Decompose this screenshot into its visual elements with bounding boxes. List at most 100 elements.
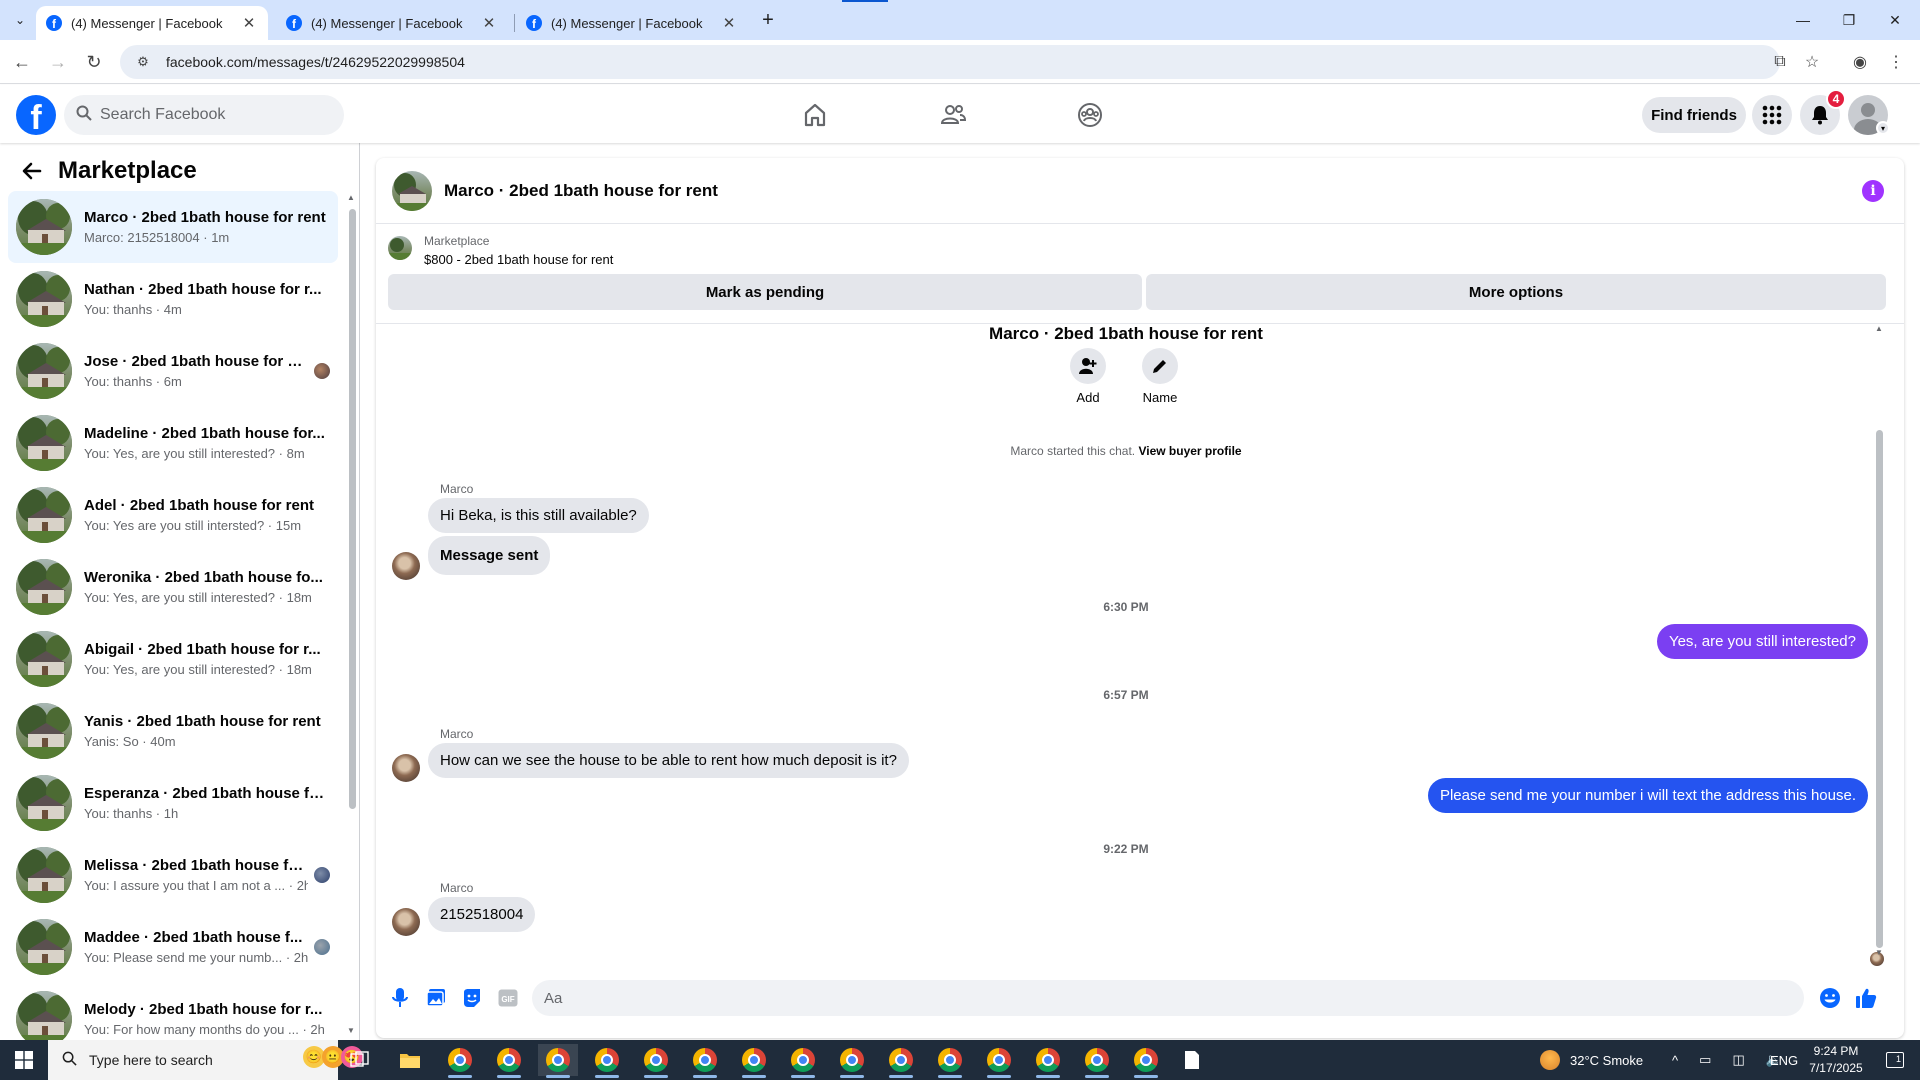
chevron-down-icon[interactable]: ▾ <box>1876 121 1890 135</box>
close-tab-icon[interactable]: ✕ <box>240 14 258 32</box>
show-hidden-icons-chevron-icon[interactable]: ^ <box>1672 1053 1678 1068</box>
browser-tab-2[interactable]: f (4) Messenger | Facebook ✕ <box>276 6 508 40</box>
close-window-button[interactable]: ✕ <box>1872 6 1918 34</box>
chrome-taskbar-icon[interactable] <box>587 1044 627 1078</box>
notification-center-icon[interactable]: 1 <box>1880 1040 1910 1080</box>
restore-button[interactable]: ❐ <box>1826 6 1872 34</box>
tab-search-dropdown-icon[interactable]: ⌄ <box>8 8 32 32</box>
chat-title[interactable]: Marco · 2bed 1bath house for rent <box>444 181 718 201</box>
conversation-item[interactable]: Weronika · 2bed 1bath house fo... You: Ye… <box>8 551 338 623</box>
conversation-item[interactable]: Melissa · 2bed 1bath house fo... You: I a… <box>8 839 338 911</box>
facebook-search-bar[interactable] <box>64 95 344 135</box>
network-icon[interactable]: ◫ <box>1732 1052 1744 1068</box>
windows-start-icon[interactable] <box>0 1040 48 1080</box>
chat-scrollbar[interactable] <box>1876 430 1883 948</box>
taskbar-search-box[interactable]: Type here to search 😊 😐 😍 <box>48 1040 363 1080</box>
conversation-item[interactable]: Yanis · 2bed 1bath house for rent Yanis: … <box>8 695 338 767</box>
chrome-taskbar-icon[interactable] <box>930 1044 970 1078</box>
incoming-message[interactable]: Message sent <box>428 536 551 575</box>
chrome-taskbar-icon[interactable] <box>734 1044 774 1078</box>
search-input[interactable] <box>100 106 310 124</box>
menu-grid-icon[interactable] <box>1752 95 1792 135</box>
chrome-taskbar-icon[interactable] <box>1028 1044 1068 1078</box>
chrome-taskbar-icon[interactable] <box>1077 1044 1117 1078</box>
sender-avatar[interactable] <box>392 908 420 936</box>
friends-nav-icon[interactable] <box>898 93 1008 137</box>
bookmark-star-icon[interactable]: ☆ <box>1800 50 1824 74</box>
outgoing-message[interactable]: Please send me your number i will text t… <box>1427 778 1868 813</box>
groups-nav-icon[interactable] <box>1035 93 1145 137</box>
site-info-icon[interactable]: ⚙ <box>134 53 152 71</box>
scroll-up-arrow-icon[interactable]: ▲ <box>347 193 355 202</box>
reload-icon[interactable]: ↻ <box>82 50 106 74</box>
add-people-action[interactable]: Add <box>1058 348 1118 405</box>
mark-as-pending-button[interactable]: Mark as pending <box>388 274 1142 310</box>
chrome-taskbar-icon[interactable] <box>440 1044 480 1078</box>
facebook-logo-icon[interactable]: f <box>16 95 56 135</box>
listing-title[interactable]: $800 - 2bed 1bath house for rent <box>424 252 613 267</box>
conversation-item[interactable]: Adel · 2bed 1bath house for rent You: Yes… <box>8 479 338 551</box>
sender-avatar[interactable] <box>392 754 420 782</box>
emoji-icon[interactable] <box>1816 984 1844 1012</box>
close-tab-icon[interactable]: ✕ <box>480 14 498 32</box>
sticker-icon[interactable] <box>458 984 486 1012</box>
browser-tab-1[interactable]: f (4) Messenger | Facebook ✕ <box>36 6 268 40</box>
listing-thumbnail[interactable] <box>388 236 412 260</box>
profile-icon[interactable]: ◉ <box>1848 50 1872 74</box>
forward-arrow-icon[interactable]: → <box>46 50 70 74</box>
conversation-item[interactable]: Marco · 2bed 1bath house for rent Marco: … <box>8 191 338 263</box>
view-buyer-profile-link[interactable]: View buyer profile <box>1138 444 1241 458</box>
chrome-taskbar-icon[interactable] <box>636 1044 676 1078</box>
file-explorer-icon[interactable] <box>390 1044 430 1076</box>
name-chat-action[interactable]: Name <box>1130 348 1190 405</box>
conversation-item[interactable]: Esperanza · 2bed 1bath house fo... You: t… <box>8 767 338 839</box>
chrome-taskbar-icon[interactable] <box>538 1044 578 1078</box>
scroll-down-arrow-icon[interactable]: ▼ <box>347 1026 355 1035</box>
scroll-up-arrow-icon[interactable]: ▲ <box>1875 324 1883 333</box>
conversation-item[interactable]: Jose · 2bed 1bath house for re... You: th… <box>8 335 338 407</box>
chrome-taskbar-icon[interactable] <box>489 1044 529 1078</box>
install-app-icon[interactable]: ⧉ <box>1768 50 1792 74</box>
chrome-taskbar-icon[interactable] <box>881 1044 921 1078</box>
chrome-taskbar-icon[interactable] <box>832 1044 872 1078</box>
incoming-message[interactable]: Hi Beka, is this still available? <box>428 498 649 533</box>
close-tab-icon[interactable]: ✕ <box>720 14 738 32</box>
sidebar-scrollbar[interactable] <box>349 209 356 809</box>
conversation-item[interactable]: Madeline · 2bed 1bath house for... You: Y… <box>8 407 338 479</box>
outgoing-message[interactable]: Yes, are you still interested? <box>1656 624 1868 659</box>
browser-tab-3[interactable]: f (4) Messenger | Facebook ✕ <box>516 6 748 40</box>
sender-avatar[interactable] <box>392 552 420 580</box>
more-options-button[interactable]: More options <box>1146 274 1886 310</box>
thumbs-up-icon[interactable] <box>1852 984 1880 1012</box>
more-menu-icon[interactable]: ⋮ <box>1884 50 1908 74</box>
back-arrow-icon[interactable]: ← <box>10 50 34 74</box>
microphone-icon[interactable] <box>386 984 414 1012</box>
chrome-taskbar-icon[interactable] <box>979 1044 1019 1078</box>
conversation-item[interactable]: Maddee · 2bed 1bath house f... You: Pleas… <box>8 911 338 983</box>
message-input[interactable] <box>544 989 1744 1007</box>
new-tab-button[interactable]: + <box>756 8 780 32</box>
incoming-message[interactable]: How can we see the house to be able to r… <box>428 743 909 778</box>
back-arrow-icon[interactable] <box>18 157 46 185</box>
taskbar-clock[interactable]: 9:24 PM 7/17/2025 <box>1796 1043 1876 1077</box>
address-bar[interactable]: ⚙ facebook.com/messages/t/24629522029998… <box>120 45 1780 79</box>
chrome-taskbar-icon[interactable] <box>1126 1044 1166 1078</box>
language-indicator[interactable]: ENG <box>1770 1040 1798 1080</box>
message-input-box[interactable] <box>532 980 1804 1016</box>
chrome-taskbar-icon[interactable] <box>783 1044 823 1078</box>
scroll-down-arrow-icon[interactable]: ▼ <box>1875 948 1883 957</box>
notepad-icon[interactable] <box>1172 1044 1212 1076</box>
conversation-item[interactable]: Nathan · 2bed 1bath house for r... You: t… <box>8 263 338 335</box>
weather-widget[interactable]: 32°C Smoke <box>1540 1040 1643 1080</box>
chat-avatar[interactable] <box>392 170 432 211</box>
add-person-icon[interactable] <box>1070 348 1106 384</box>
incoming-message[interactable]: 2152518004 <box>428 897 536 932</box>
meet-camera-icon[interactable]: ▭ <box>1699 1052 1711 1068</box>
task-view-icon[interactable] <box>340 1044 380 1076</box>
pencil-icon[interactable] <box>1142 348 1178 384</box>
info-icon[interactable]: i <box>1862 180 1884 202</box>
minimize-button[interactable]: — <box>1780 6 1826 34</box>
conversation-item[interactable]: Abigail · 2bed 1bath house for r... You: … <box>8 623 338 695</box>
gif-icon[interactable]: GIF <box>494 984 522 1012</box>
find-friends-button[interactable]: Find friends <box>1642 97 1746 133</box>
